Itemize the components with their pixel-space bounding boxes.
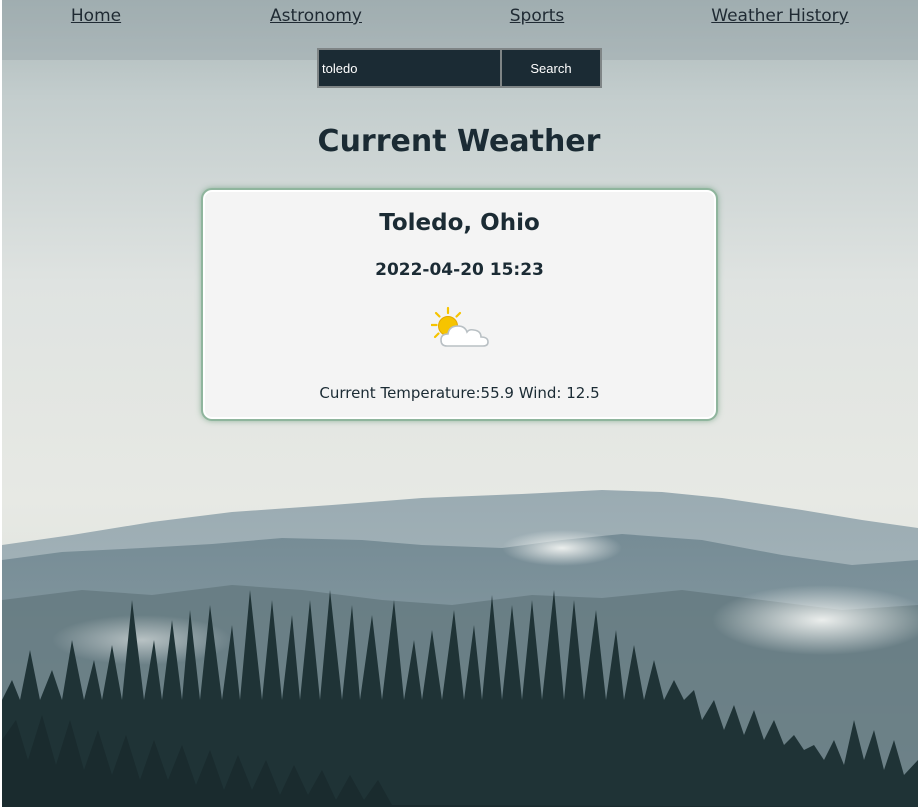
search-button[interactable]: Search xyxy=(502,48,602,88)
weather-readings: Current Temperature:55.9 Wind: 12.5 xyxy=(203,384,716,402)
nav-link-weather-history[interactable]: Weather History xyxy=(711,6,848,26)
temperature-value: 55.9 xyxy=(480,384,514,402)
search-form: Search xyxy=(317,48,602,88)
wind-value: 12.5 xyxy=(566,384,600,402)
nav-link-astronomy[interactable]: Astronomy xyxy=(270,6,362,26)
nav-link-home[interactable]: Home xyxy=(71,6,121,26)
weather-card: Toledo, Ohio 2022-04-20 15:23 Current Te… xyxy=(201,188,718,421)
top-navigation: Home Astronomy Sports Weather History xyxy=(0,6,918,30)
page-edge xyxy=(0,0,2,807)
search-input[interactable] xyxy=(317,48,502,88)
temperature-label: Current Temperature: xyxy=(319,384,481,402)
page-title: Current Weather xyxy=(317,124,601,159)
observation-datetime: 2022-04-20 15:23 xyxy=(375,260,544,280)
wind-label: Wind: xyxy=(513,384,567,402)
partly-cloudy-icon xyxy=(431,306,489,347)
nav-link-sports[interactable]: Sports xyxy=(510,6,565,26)
location-name: Toledo, Ohio xyxy=(379,210,540,236)
